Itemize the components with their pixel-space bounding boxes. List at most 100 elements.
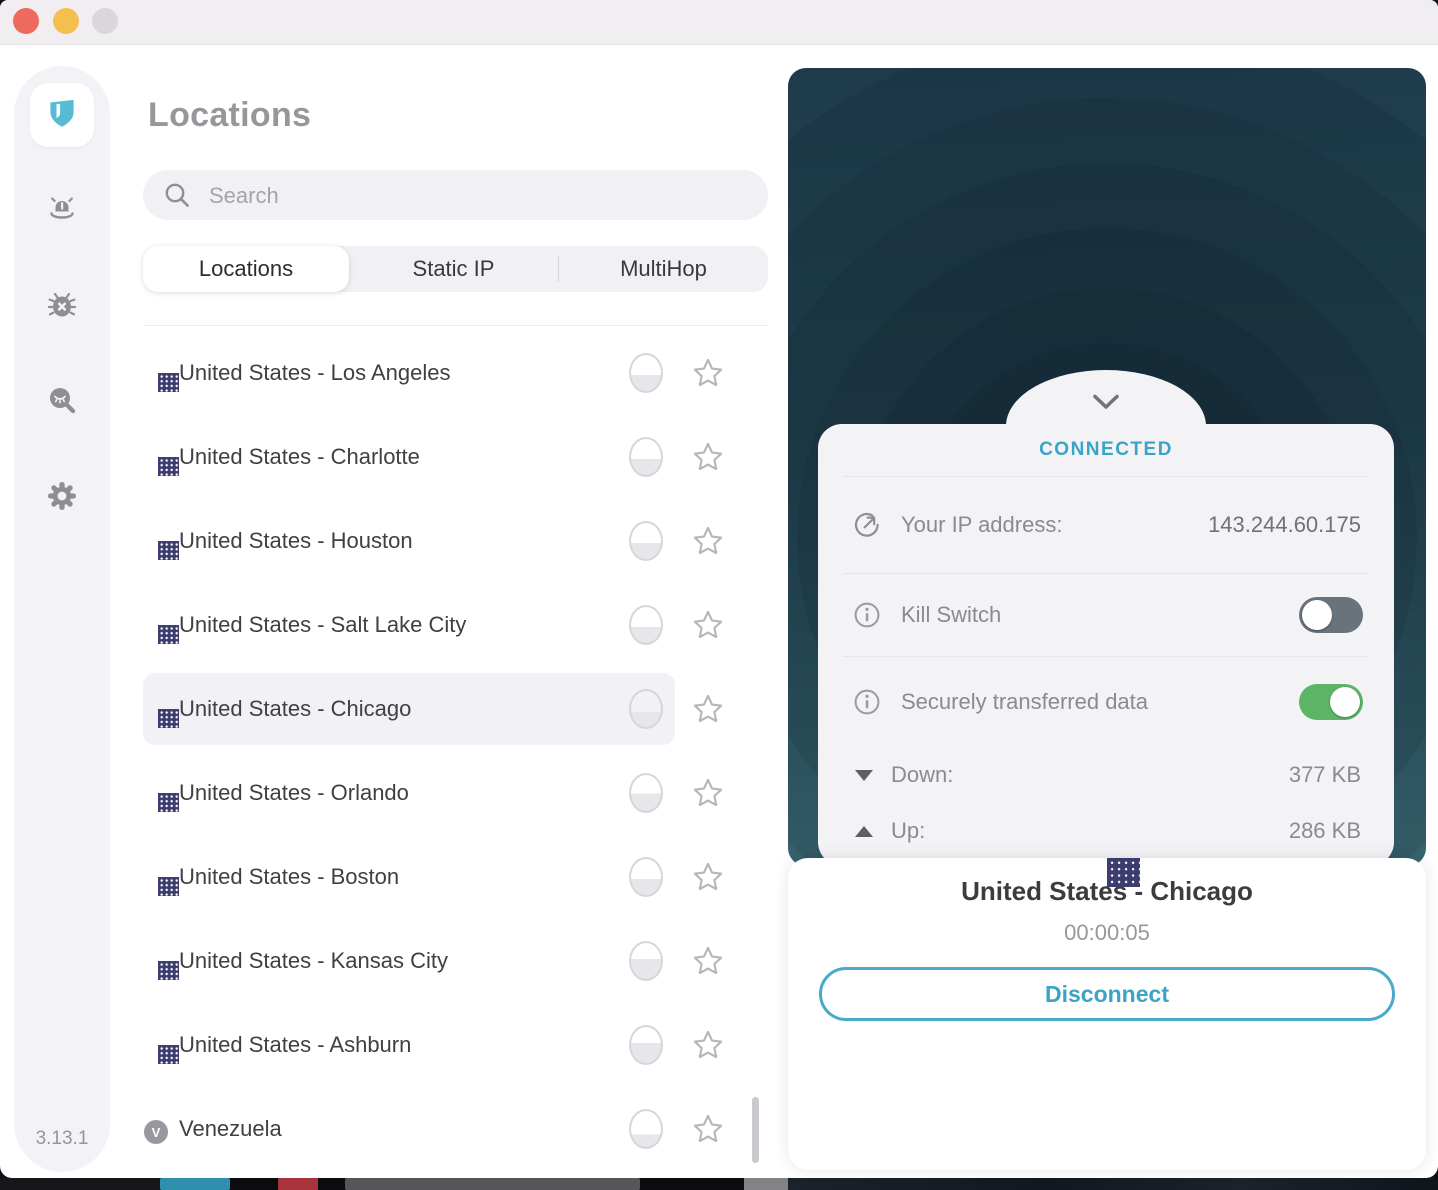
stat-label: Down:	[891, 762, 954, 787]
location-row[interactable]: United States - Orlando	[143, 751, 768, 835]
favorite-star-button[interactable]	[691, 1028, 725, 1062]
transfer-stats: Down: 377 KB Up: 286 KB	[843, 747, 1369, 859]
app-version: 3.13.1	[35, 1128, 89, 1149]
chevron-down-icon	[1093, 394, 1119, 409]
collapse-card-button[interactable]	[1086, 392, 1126, 412]
list-scrollbar[interactable]	[752, 1097, 759, 1163]
favorite-star-button[interactable]	[691, 860, 725, 894]
zoom-window-button[interactable]	[92, 8, 118, 34]
location-row[interactable]: United States - Ashburn	[143, 1003, 768, 1087]
favorite-star-button[interactable]	[691, 944, 725, 978]
location-row[interactable]: V Venezuela	[143, 1087, 768, 1171]
star-icon	[693, 778, 723, 807]
direction-arrow-icon	[855, 769, 873, 781]
server-load-icon	[629, 437, 663, 477]
server-load-icon	[629, 941, 663, 981]
tab-static-ip[interactable]: Static IP	[349, 246, 558, 292]
star-icon	[693, 610, 723, 639]
location-row[interactable]: United States - Houston	[143, 499, 768, 583]
feature-row: Your IP address: 143.244.60.175	[843, 477, 1369, 574]
location-name: United States - Houston	[179, 528, 413, 553]
location-name: United States - Salt Lake City	[179, 612, 467, 637]
star-icon	[693, 946, 723, 975]
bg-strip-segment	[160, 1178, 230, 1190]
location-row[interactable]: United States - Boston	[143, 835, 768, 919]
feature-label: Securely transferred data	[901, 689, 1149, 714]
location-name: United States - Ashburn	[179, 1032, 412, 1057]
location-name: United States - Charlotte	[179, 444, 420, 469]
server-load-icon	[629, 1025, 663, 1065]
sidebar-item-search-privacy[interactable]	[44, 385, 80, 421]
close-window-button[interactable]	[13, 8, 39, 34]
sidebar-item-alerts[interactable]	[44, 192, 80, 228]
location-name: United States - Kansas City	[179, 948, 449, 973]
toggle-knob	[1302, 600, 1332, 630]
info-icon	[852, 600, 882, 630]
connection-feature-rows: Your IP address: 143.244.60.175 Kill Swi…	[843, 476, 1369, 747]
feature-value: 143.244.60.175	[1208, 512, 1361, 537]
location-row[interactable]: United States - Los Angeles	[143, 331, 768, 415]
star-icon	[693, 694, 723, 723]
stat-row: Up: 286 KB	[843, 803, 1369, 859]
virtual-location-badge: V	[144, 1120, 168, 1144]
connection-status-card: CONNECTED Your IP address: 143.244.60.17…	[818, 370, 1394, 866]
sidebar-item-settings[interactable]	[44, 480, 80, 516]
bg-strip-segment	[788, 1178, 1438, 1190]
connection-panel: CONNECTED Your IP address: 143.244.60.17…	[788, 68, 1426, 1170]
direction-arrow-icon	[855, 825, 873, 837]
toggle-switch[interactable]	[1299, 597, 1363, 633]
location-name: United States - Los Angeles	[179, 360, 451, 385]
alert-siren-icon	[44, 190, 80, 231]
search-input[interactable]	[207, 170, 751, 222]
location-name: United States - Orlando	[179, 780, 409, 805]
window-titlebar	[0, 0, 1438, 45]
sidebar-item-antivirus[interactable]	[44, 289, 80, 325]
favorite-star-button[interactable]	[691, 1112, 725, 1146]
locations-panel: Locations Locations Static IP MultiHop U…	[143, 66, 768, 1172]
stat-value: 286 KB	[1288, 818, 1361, 843]
server-load-icon	[629, 521, 663, 561]
info-icon	[852, 687, 882, 717]
server-load-icon	[629, 689, 663, 729]
search-icon	[165, 183, 189, 207]
favorite-star-button[interactable]	[691, 356, 725, 390]
star-icon	[693, 358, 723, 387]
favorite-star-button[interactable]	[691, 524, 725, 558]
location-list: United States - Los Angeles United State…	[143, 331, 768, 1172]
shield-logo-icon	[43, 94, 81, 137]
connection-timer: 00:00:05	[1064, 920, 1150, 945]
search-privacy-icon	[44, 383, 80, 424]
feature-row: Securely transferred data	[843, 657, 1369, 747]
settings-gear-icon	[44, 478, 80, 519]
stat-value: 377 KB	[1288, 762, 1361, 787]
location-row[interactable]: United States - Salt Lake City	[143, 583, 768, 667]
star-icon	[693, 526, 723, 555]
location-row[interactable]: United States - Chicago	[143, 667, 768, 751]
search-bar[interactable]	[143, 170, 768, 222]
disconnect-button[interactable]: Disconnect	[819, 967, 1395, 1021]
feature-label: Your IP address:	[901, 512, 1063, 537]
server-load-icon	[629, 353, 663, 393]
favorite-star-button[interactable]	[691, 692, 725, 726]
favorite-star-button[interactable]	[691, 608, 725, 642]
favorite-star-button[interactable]	[691, 440, 725, 474]
server-load-icon	[629, 605, 663, 645]
star-icon	[693, 442, 723, 471]
app-logo[interactable]	[30, 83, 94, 147]
star-icon	[693, 1114, 723, 1143]
current-server-card: United States - Chicago 00:00:05 Disconn…	[788, 858, 1426, 1170]
favorite-star-button[interactable]	[691, 776, 725, 810]
toggle-switch[interactable]	[1299, 684, 1363, 720]
ip-external-icon	[852, 510, 882, 540]
feature-row: Kill Switch	[843, 574, 1369, 657]
bg-strip-segment	[278, 1178, 318, 1190]
toggle-knob	[1330, 687, 1360, 717]
tab-multihop[interactable]: MultiHop	[559, 246, 768, 292]
tab-locations[interactable]: Locations	[143, 246, 349, 292]
minimize-window-button[interactable]	[53, 8, 79, 34]
location-name: Venezuela	[179, 1116, 282, 1141]
list-divider	[143, 325, 768, 326]
server-load-icon	[629, 1109, 663, 1149]
location-row[interactable]: United States - Kansas City	[143, 919, 768, 1003]
location-row[interactable]: United States - Charlotte	[143, 415, 768, 499]
